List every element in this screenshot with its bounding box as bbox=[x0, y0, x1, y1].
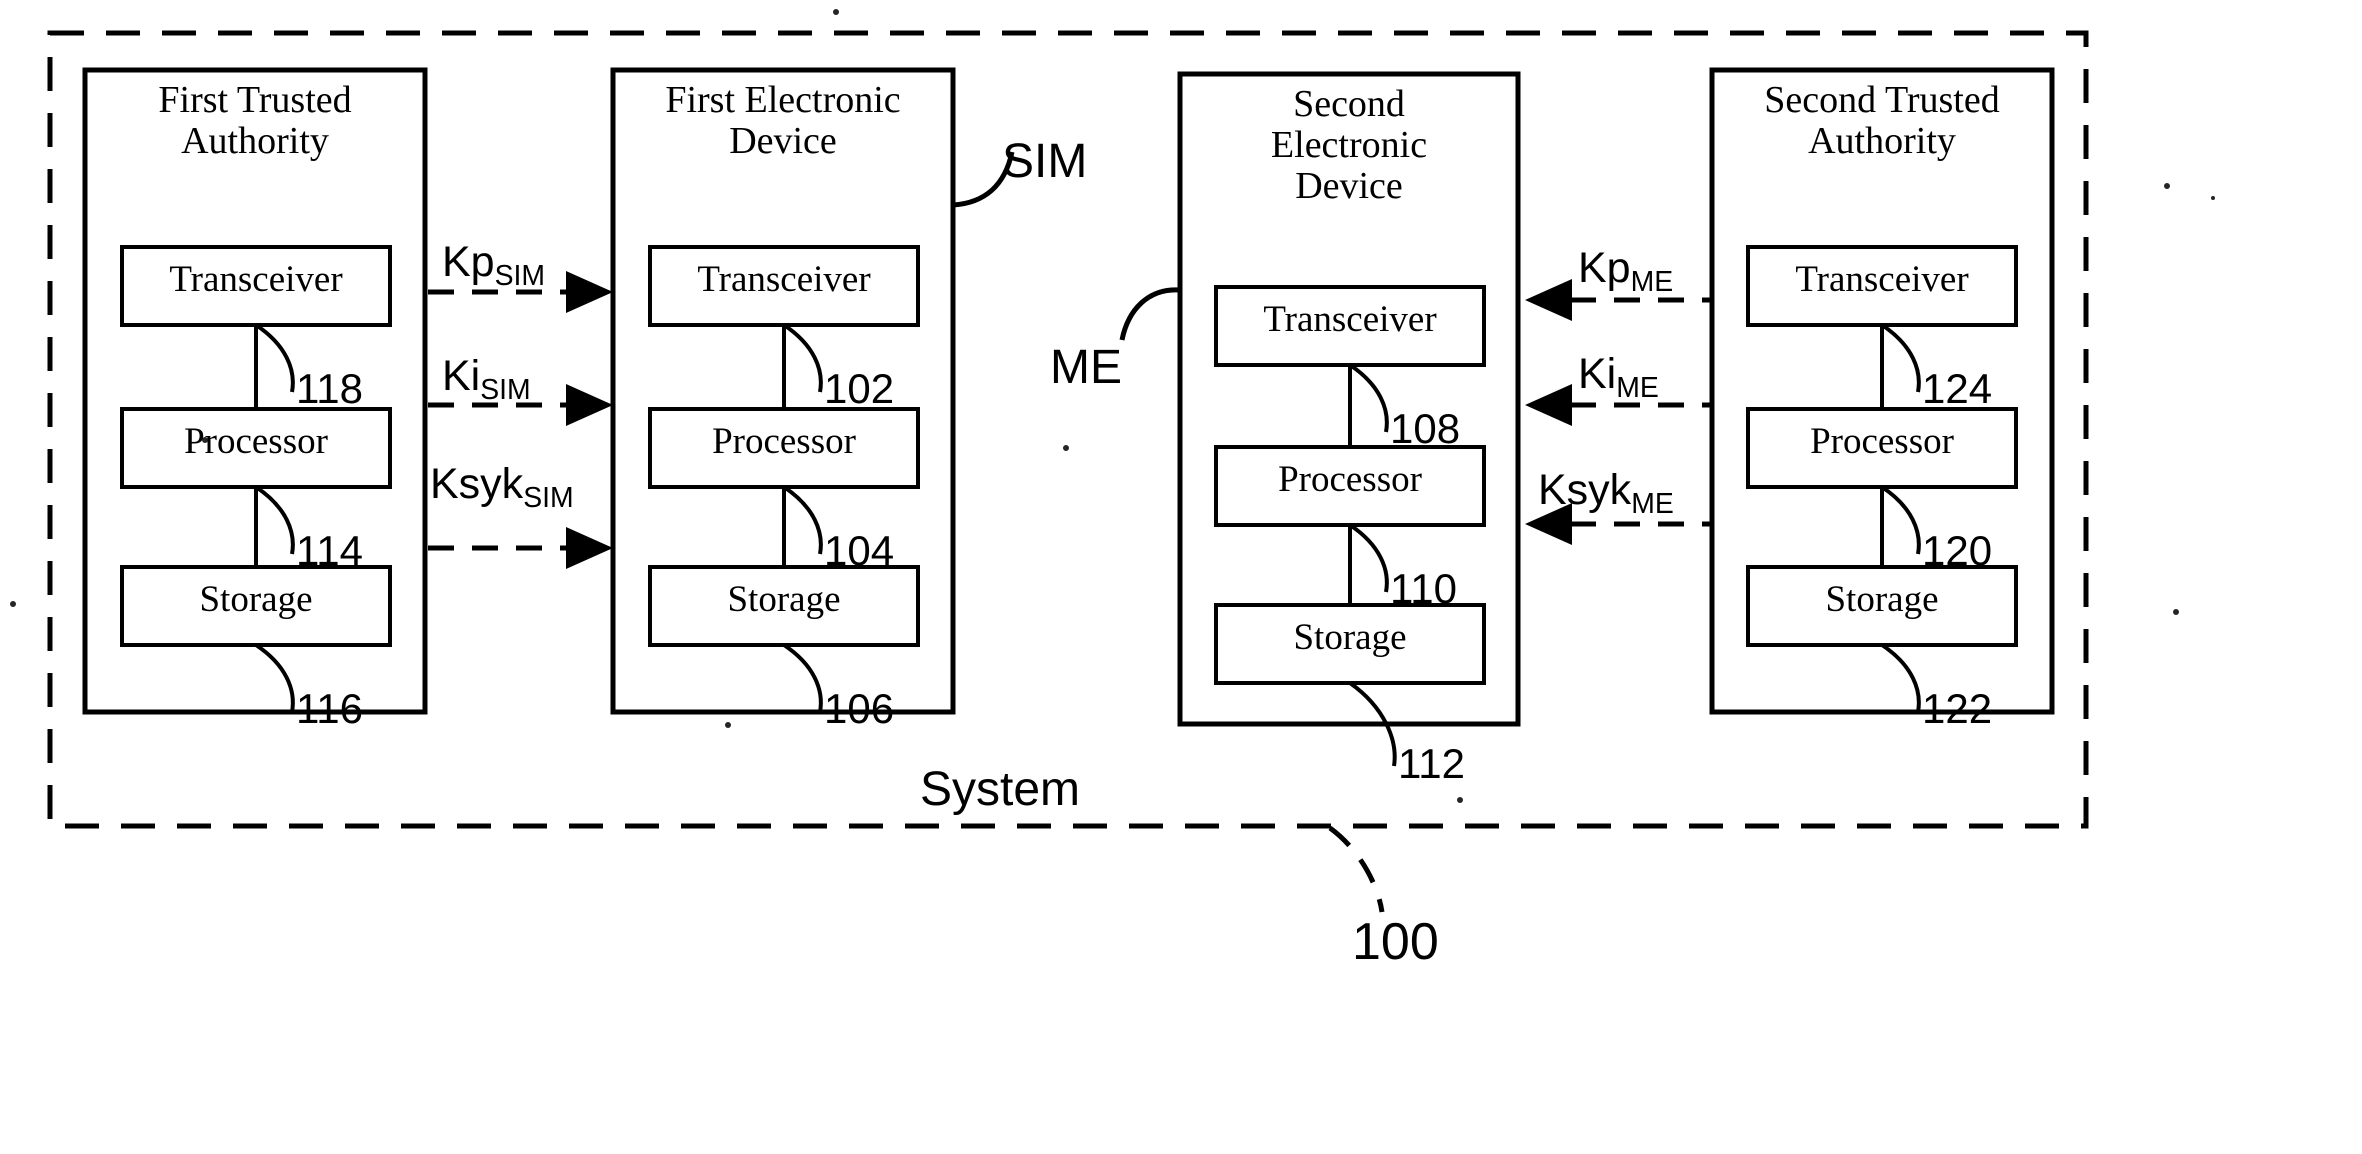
ref-number-106: 106 bbox=[824, 685, 895, 732]
key-subscript: ME bbox=[1616, 371, 1659, 404]
key-base: Ki bbox=[1578, 350, 1617, 398]
block-title-line: Device bbox=[1295, 165, 1403, 208]
key-subscript: ME bbox=[1631, 487, 1674, 520]
unit-label-processor-104: Processor bbox=[712, 421, 856, 462]
leader-108 bbox=[1348, 363, 1389, 433]
ref-number-110: 110 bbox=[1390, 565, 1457, 612]
ref-number-118: 118 bbox=[296, 365, 363, 412]
key-subscript: SIM bbox=[523, 481, 574, 514]
leader-124 bbox=[1880, 323, 1921, 393]
key-label-ksyk-me: KsykME bbox=[1538, 466, 1674, 520]
key-subscript: SIM bbox=[480, 373, 531, 406]
unit-label-storage-112: Storage bbox=[1293, 617, 1407, 658]
callout-label-sim: SIM bbox=[1002, 135, 1088, 188]
key-base: Ksyk bbox=[1538, 466, 1632, 514]
block-title-first-trusted-authority: First Trusted Authority bbox=[85, 79, 425, 163]
system-label: System bbox=[920, 763, 1081, 816]
ref-number-120: 120 bbox=[1922, 527, 1993, 574]
leader-106 bbox=[782, 643, 823, 713]
ref-number-122: 122 bbox=[1922, 685, 1993, 732]
ref-number-124: 124 bbox=[1922, 365, 1993, 412]
patent-figure-canvas: First Trusted Authority Transceiver Proc… bbox=[0, 0, 2362, 1154]
block-title-line: Authority bbox=[1808, 120, 1956, 163]
key-label-ki-sim: KiSIM bbox=[442, 352, 531, 406]
key-base: Kp bbox=[1578, 244, 1631, 292]
unit-label-transceiver-118: Transceiver bbox=[169, 259, 343, 300]
ref-number-114: 114 bbox=[296, 527, 363, 574]
unit-label-processor-120: Processor bbox=[1810, 421, 1954, 462]
unit-label-storage-116: Storage bbox=[199, 579, 313, 620]
ref-number-104: 104 bbox=[824, 527, 895, 574]
unit-label-processor-114: Processor bbox=[184, 421, 328, 462]
block-title-second-electronic-device: Second Electronic Device bbox=[1180, 83, 1518, 208]
block-title-line: Device bbox=[729, 120, 837, 163]
unit-label-transceiver-108: Transceiver bbox=[1263, 299, 1437, 340]
key-label-kp-sim: KpSIM bbox=[442, 238, 545, 292]
key-label-ki-me: KiME bbox=[1578, 350, 1659, 404]
block-title-second-trusted-authority: Second Trusted Authority bbox=[1712, 79, 2052, 163]
key-subscript: SIM bbox=[494, 259, 546, 292]
block-title-line: Second bbox=[1293, 83, 1405, 125]
leader-104 bbox=[782, 485, 823, 555]
key-label-ksyk-sim: KsykSIM bbox=[430, 460, 574, 514]
signal-arrow-ksyk-sim bbox=[428, 527, 613, 569]
block-title-line: Authority bbox=[181, 120, 329, 163]
ref-number-102: 102 bbox=[824, 365, 895, 412]
leader-122 bbox=[1880, 643, 1921, 713]
leader-116 bbox=[254, 643, 295, 713]
leader-102 bbox=[782, 323, 823, 393]
key-base: Kp bbox=[442, 238, 495, 286]
leader-me bbox=[1119, 287, 1181, 341]
block-title-line: Second Trusted bbox=[1764, 79, 2000, 121]
unit-label-transceiver-102: Transceiver bbox=[697, 259, 871, 300]
block-title-line: Electronic bbox=[1270, 124, 1428, 167]
block-title-first-electronic-device: First Electronic Device bbox=[613, 79, 953, 163]
figure-number-100: 100 bbox=[1352, 913, 1439, 971]
leader-110 bbox=[1348, 523, 1389, 593]
block-title-line: First Trusted bbox=[158, 79, 352, 121]
leader-120 bbox=[1880, 485, 1921, 555]
unit-label-storage-122: Storage bbox=[1825, 579, 1939, 620]
leader-system-100 bbox=[1328, 825, 1385, 913]
block-title-line: First Electronic bbox=[665, 79, 901, 121]
unit-label-processor-110: Processor bbox=[1278, 459, 1422, 500]
leader-114 bbox=[254, 485, 295, 555]
callout-label-me: ME bbox=[1050, 341, 1122, 394]
key-subscript: ME bbox=[1630, 265, 1674, 298]
unit-label-storage-106: Storage bbox=[727, 579, 841, 620]
leader-118 bbox=[254, 323, 295, 393]
unit-label-transceiver-124: Transceiver bbox=[1795, 259, 1969, 300]
key-base: Ksyk bbox=[430, 460, 524, 508]
key-base: Ki bbox=[442, 352, 481, 400]
ref-number-116: 116 bbox=[296, 685, 363, 732]
ref-number-108: 108 bbox=[1390, 405, 1461, 452]
ref-number-112: 112 bbox=[1398, 740, 1465, 787]
key-label-kp-me: KpME bbox=[1578, 244, 1673, 298]
